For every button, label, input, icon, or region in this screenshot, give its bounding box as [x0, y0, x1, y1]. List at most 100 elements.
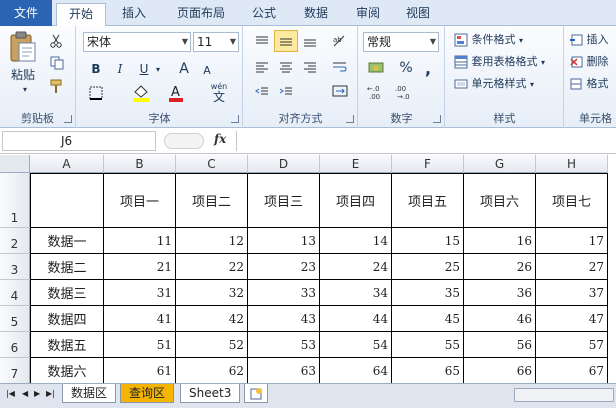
row-header[interactable]: 5: [0, 306, 30, 332]
table-value-cell[interactable]: 51: [104, 332, 176, 358]
fill-color-button[interactable]: [129, 82, 153, 104]
next-sheet-icon[interactable]: ▶: [34, 389, 40, 398]
table-value-cell[interactable]: 13: [248, 228, 320, 254]
accounting-format-button[interactable]: [365, 58, 389, 78]
table-value-cell[interactable]: 57: [536, 332, 608, 358]
copy-button[interactable]: [46, 54, 70, 72]
tab-view[interactable]: 视图: [396, 3, 440, 26]
align-left-button[interactable]: [252, 58, 272, 76]
underline-button[interactable]: U: [135, 60, 153, 78]
column-header[interactable]: C: [176, 155, 248, 173]
table-value-cell[interactable]: 27: [536, 254, 608, 280]
table-value-cell[interactable]: 17: [536, 228, 608, 254]
orientation-button[interactable]: ab: [328, 32, 352, 50]
format-cells-button[interactable]: 格式: [569, 74, 609, 94]
table-value-cell[interactable]: 54: [320, 332, 392, 358]
table-value-cell[interactable]: 37: [536, 280, 608, 306]
table-value-cell[interactable]: 15: [392, 228, 464, 254]
table-value-cell[interactable]: 53: [248, 332, 320, 358]
align-bottom-button[interactable]: [300, 32, 320, 50]
table-value-cell[interactable]: 61: [104, 358, 176, 383]
table-value-cell[interactable]: 55: [392, 332, 464, 358]
table-value-cell[interactable]: 12: [176, 228, 248, 254]
table-value-cell[interactable]: 42: [176, 306, 248, 332]
row-header[interactable]: 7: [0, 358, 30, 383]
table-row-label[interactable]: 数据六: [30, 358, 104, 383]
table-header-cell[interactable]: 项目六: [464, 173, 536, 228]
row-header[interactable]: 2: [0, 228, 30, 254]
table-value-cell[interactable]: 31: [104, 280, 176, 306]
merge-center-button[interactable]: [328, 82, 352, 100]
insert-function-icon[interactable]: fx: [214, 132, 226, 146]
align-middle-button[interactable]: [274, 30, 298, 52]
bold-button[interactable]: B: [87, 60, 105, 78]
clipboard-dialog-launcher[interactable]: [64, 115, 72, 123]
sheet-tab-query[interactable]: 查询区: [120, 384, 175, 403]
table-value-cell[interactable]: 14: [320, 228, 392, 254]
tab-home[interactable]: 开始: [56, 3, 106, 27]
table-value-cell[interactable]: 56: [464, 332, 536, 358]
row-header[interactable]: 6: [0, 332, 30, 358]
table-value-cell[interactable]: 46: [464, 306, 536, 332]
table-row-label[interactable]: 数据二: [30, 254, 104, 280]
insert-cells-button[interactable]: 插入: [569, 30, 609, 50]
table-value-cell[interactable]: 22: [176, 254, 248, 280]
conditional-formatting-button[interactable]: 条件格式 ▾: [454, 30, 523, 50]
column-header[interactable]: A: [30, 155, 104, 173]
table-value-cell[interactable]: 43: [248, 306, 320, 332]
table-value-cell[interactable]: 24: [320, 254, 392, 280]
table-value-cell[interactable]: 32: [176, 280, 248, 306]
borders-button[interactable]: [87, 84, 105, 102]
table-value-cell[interactable]: 62: [176, 358, 248, 383]
tab-review[interactable]: 审阅: [346, 3, 390, 26]
shrink-font-button[interactable]: A: [199, 62, 215, 78]
row-header[interactable]: 4: [0, 280, 30, 306]
font-size-select[interactable]: 11 ▼: [193, 32, 239, 52]
table-value-cell[interactable]: 35: [392, 280, 464, 306]
table-header-cell[interactable]: 项目五: [392, 173, 464, 228]
delete-cells-button[interactable]: 删除: [569, 52, 609, 72]
chevron-down-icon[interactable]: ▾: [153, 60, 163, 78]
tab-data[interactable]: 数据: [294, 3, 338, 26]
table-value-cell[interactable]: 65: [392, 358, 464, 383]
table-value-cell[interactable]: 52: [176, 332, 248, 358]
decrease-decimal-button[interactable]: .00 →.0: [393, 82, 417, 102]
table-header-cell[interactable]: 项目七: [536, 173, 608, 228]
worksheet-grid[interactable]: A B C D E F G H 1 项目一 项目二 项目三 项目四 项目五 项目六 项目七 2 数据一 11 12 13…: [0, 155, 616, 383]
table-header-cell[interactable]: 项目三: [248, 173, 320, 228]
column-header[interactable]: H: [536, 155, 608, 173]
tab-formulas[interactable]: 公式: [242, 3, 286, 26]
table-value-cell[interactable]: 23: [248, 254, 320, 280]
number-dialog-launcher[interactable]: [433, 115, 441, 123]
table-header-cell[interactable]: 项目一: [104, 173, 176, 228]
table-corner-cell[interactable]: [30, 173, 104, 228]
increase-indent-button[interactable]: [276, 82, 296, 100]
align-right-button[interactable]: [300, 58, 320, 76]
table-value-cell[interactable]: 16: [464, 228, 536, 254]
cell-styles-button[interactable]: 单元格样式 ▾: [454, 74, 534, 94]
tab-file[interactable]: 文件: [0, 0, 52, 26]
alignment-dialog-launcher[interactable]: [346, 115, 354, 123]
comma-button[interactable]: ,: [419, 58, 437, 78]
table-value-cell[interactable]: 64: [320, 358, 392, 383]
grow-font-button[interactable]: A: [175, 60, 193, 78]
row-header[interactable]: 3: [0, 254, 30, 280]
column-header[interactable]: B: [104, 155, 176, 173]
column-header[interactable]: E: [320, 155, 392, 173]
row-header[interactable]: 1: [0, 173, 30, 228]
format-painter-button[interactable]: [46, 78, 66, 96]
table-value-cell[interactable]: 26: [464, 254, 536, 280]
italic-button[interactable]: I: [111, 60, 129, 78]
table-value-cell[interactable]: 33: [248, 280, 320, 306]
table-row-label[interactable]: 数据五: [30, 332, 104, 358]
align-top-button[interactable]: [252, 32, 272, 50]
paste-button[interactable]: [6, 30, 40, 64]
cut-button[interactable]: [46, 32, 66, 50]
table-value-cell[interactable]: 47: [536, 306, 608, 332]
align-center-button[interactable]: [276, 58, 296, 76]
table-value-cell[interactable]: 63: [248, 358, 320, 383]
paste-label[interactable]: 粘贴: [6, 66, 40, 82]
increase-decimal-button[interactable]: ←.0.00: [365, 82, 389, 102]
table-value-cell[interactable]: 11: [104, 228, 176, 254]
table-value-cell[interactable]: 45: [392, 306, 464, 332]
